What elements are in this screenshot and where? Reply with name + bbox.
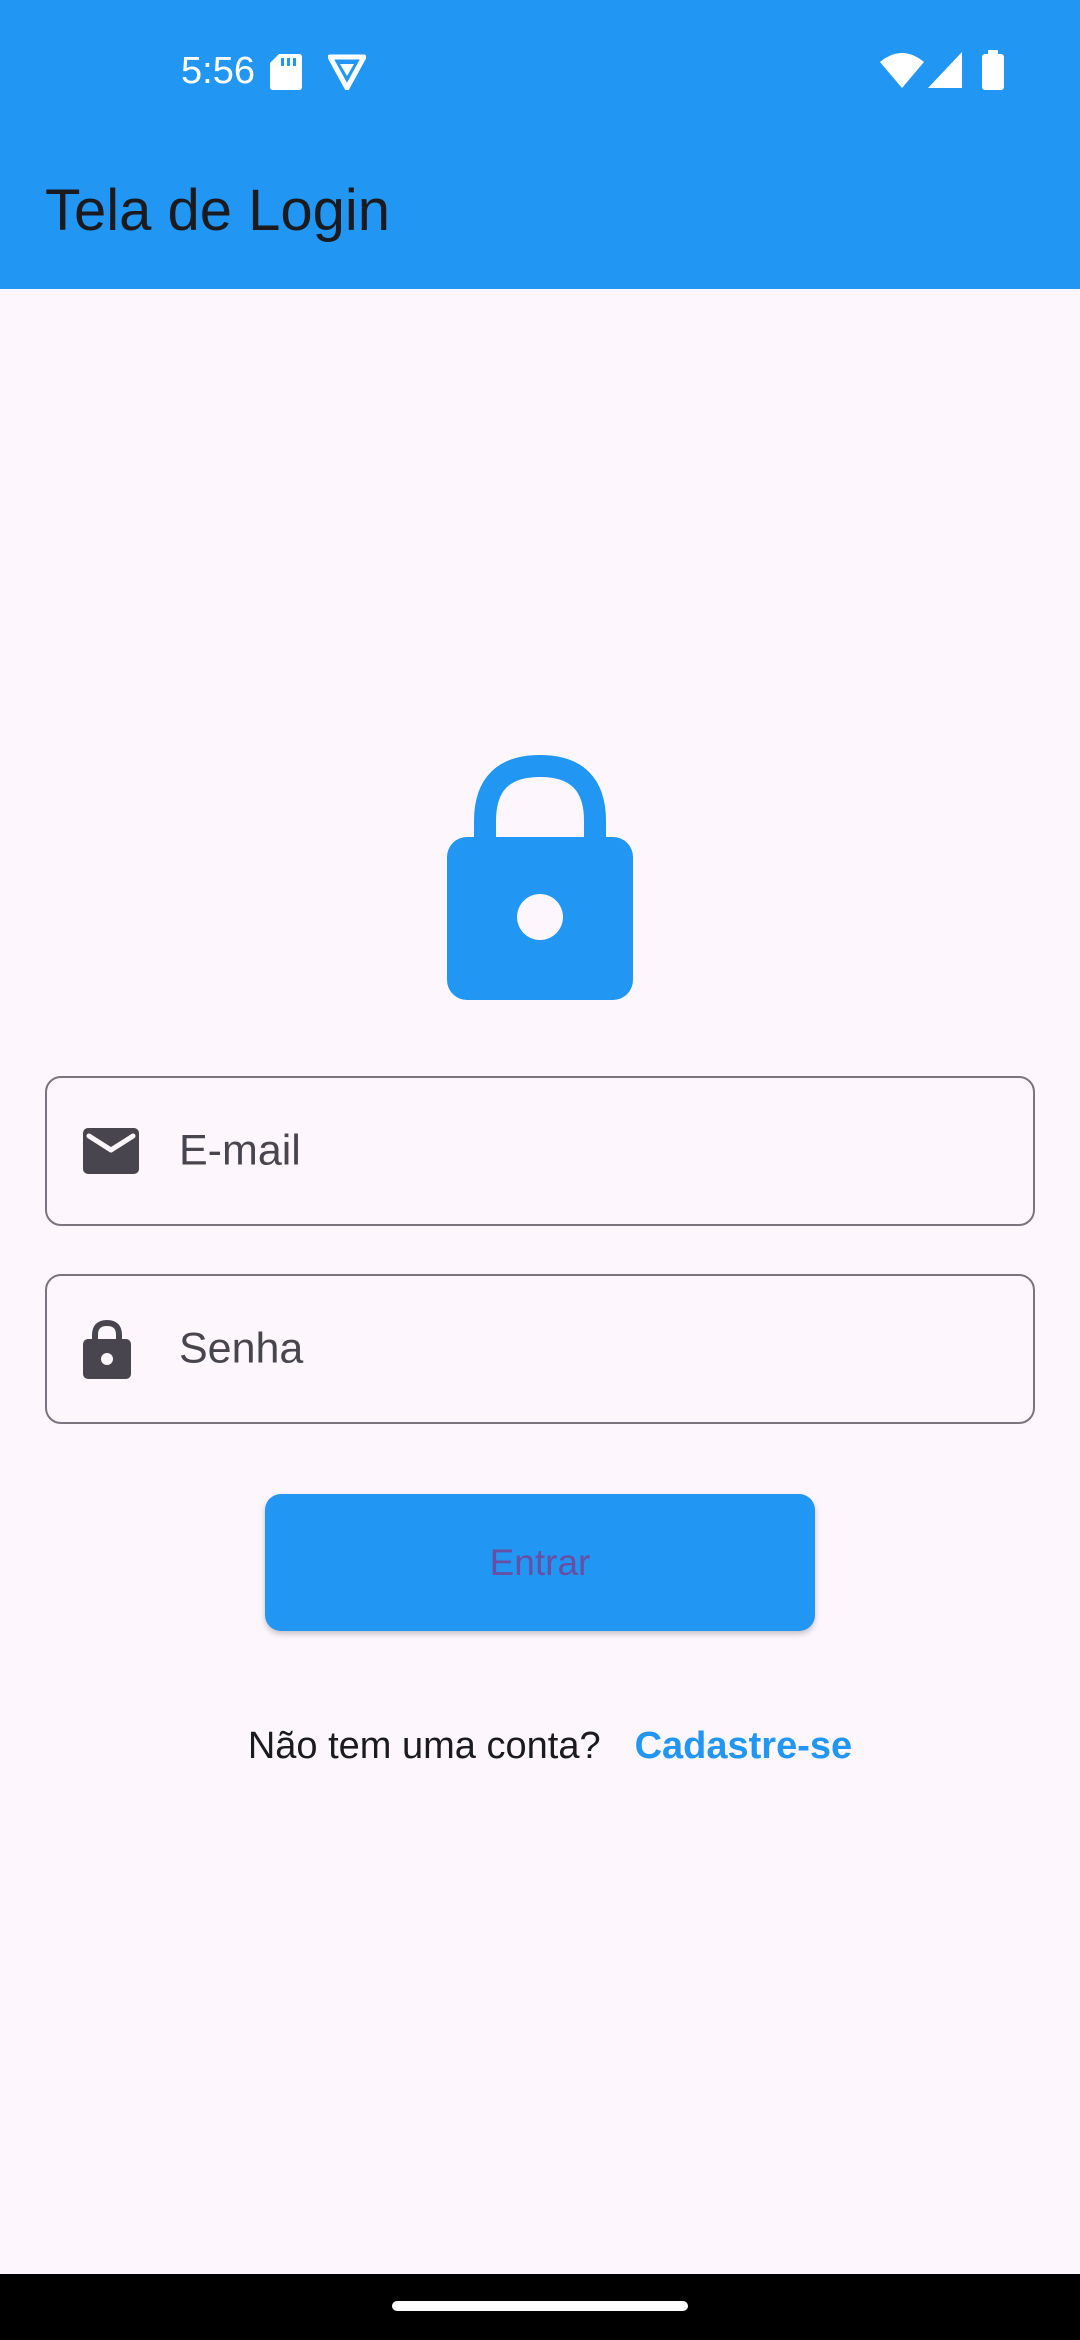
signup-prompt: Não tem uma conta? <box>247 1725 601 1767</box>
lock-icon <box>83 1319 131 1379</box>
sd-card-icon <box>270 54 302 90</box>
status-time: 5:56 <box>181 50 255 92</box>
email-field[interactable]: E-mail <box>45 1076 1035 1226</box>
battery-icon <box>982 50 1004 90</box>
vpn-shield-icon <box>328 54 366 90</box>
page-title: Tela de Login <box>45 178 391 243</box>
password-label: Senha <box>179 1324 304 1373</box>
wifi-icon <box>880 53 924 88</box>
signup-row: Não tem uma conta? Cadastre-se <box>0 1725 1080 1768</box>
password-field[interactable]: Senha <box>45 1274 1035 1424</box>
email-icon <box>83 1128 139 1174</box>
app-bar: 5:56 Tela de Login <box>0 0 1080 289</box>
email-label: E-mail <box>179 1126 301 1175</box>
login-button[interactable]: Entrar <box>265 1494 815 1631</box>
login-button-label: Entrar <box>489 1541 591 1583</box>
navigation-bar <box>0 2274 1080 2340</box>
cell-signal-icon <box>928 52 962 88</box>
home-indicator[interactable] <box>392 2301 688 2311</box>
lock-icon <box>447 755 633 1000</box>
signup-link[interactable]: Cadastre-se <box>635 1725 853 1768</box>
